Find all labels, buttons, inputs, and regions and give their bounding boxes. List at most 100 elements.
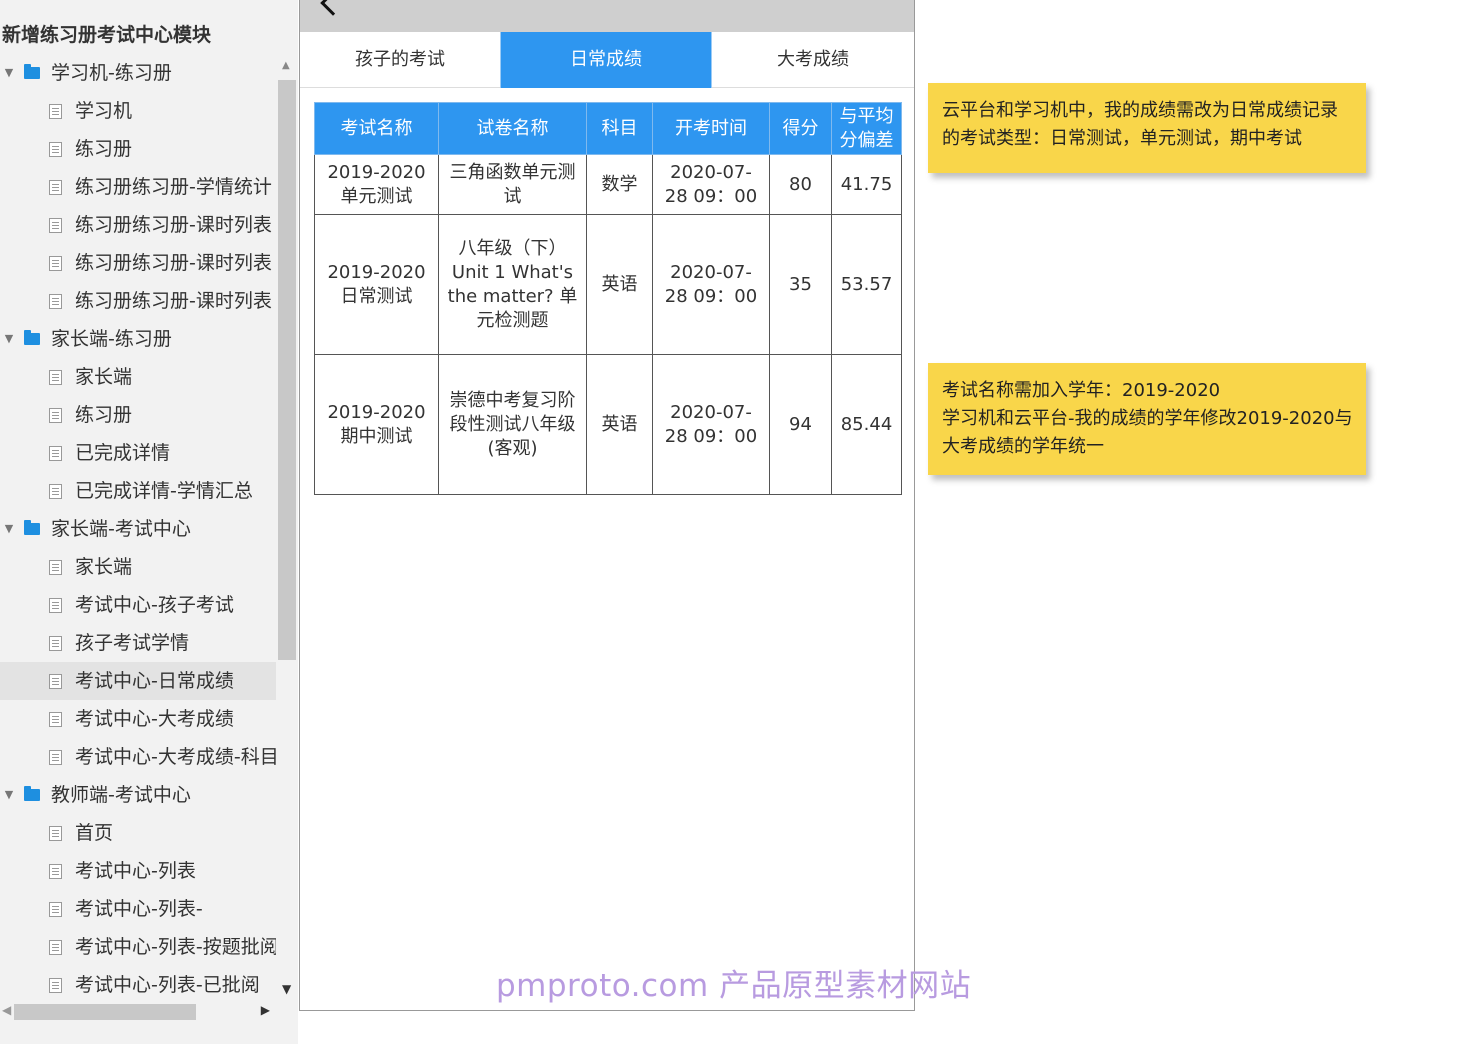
table-row[interactable]: 2019-2020日常测试 八年级（下）Unit 1 What's the ma…	[314, 214, 902, 355]
page-icon	[49, 294, 62, 309]
page-icon	[49, 598, 62, 613]
tree-page-label: 练习册练习册-学情统计	[75, 176, 272, 198]
grades-table: 考试名称 试卷名称 科目 开考时间 得分 与平均分偏差 2019-2020单元测…	[314, 102, 902, 495]
tree-folder[interactable]: ▼ 教师端-考试中心	[0, 776, 276, 814]
caret-down-icon[interactable]: ▼	[2, 54, 16, 92]
back-arrow-icon[interactable]	[320, 0, 346, 16]
tab-daily-grades[interactable]: 日常成绩	[500, 32, 712, 88]
table-header-row: 考试名称 试卷名称 科目 开考时间 得分 与平均分偏差	[314, 102, 902, 155]
horizontal-scroll-thumb[interactable]	[14, 1004, 196, 1020]
caret-down-icon[interactable]: ▼	[2, 776, 16, 814]
note-line: 的考试类型：日常测试，单元测试，期中考试	[942, 128, 1302, 149]
note-line: 大考成绩的学年统一	[942, 436, 1104, 457]
tree-folder-label: 教师端-考试中心	[51, 784, 191, 806]
tree-page[interactable]: 考试中心-日常成绩	[0, 662, 276, 700]
tree-page[interactable]: 练习册	[0, 396, 276, 434]
tree-page[interactable]: 考试中心-孩子考试	[0, 586, 276, 624]
tab-child-exams[interactable]: 孩子的考试	[300, 32, 500, 88]
tree-page-label: 考试中心-大考成绩	[75, 708, 234, 730]
folder-icon	[24, 786, 40, 801]
tree-page-label: 已完成详情	[75, 442, 171, 464]
tree-page-label: 考试中心-日常成绩	[75, 670, 234, 692]
page-icon	[49, 636, 62, 651]
tree-folder[interactable]: ▼ 家长端-考试中心	[0, 510, 276, 548]
cell-subject: 英语	[586, 214, 653, 355]
tree-page[interactable]: 考试中心-列表-按题批阅	[0, 928, 276, 966]
tree-page-label: 练习册	[75, 138, 133, 160]
tree-page-label: 学习机	[75, 100, 133, 122]
tree-page-label: 考试中心-列表-按题批阅	[75, 936, 276, 958]
cell-score: 80	[769, 154, 832, 215]
tree-page-label: 考试中心-列表	[75, 860, 196, 882]
tree-page[interactable]: 首页	[0, 814, 276, 852]
tree-page-label: 考试中心-列表-已批阅	[75, 974, 260, 996]
page-icon	[49, 180, 62, 195]
vertical-scroll-thumb[interactable]	[278, 80, 296, 660]
tree-page[interactable]: 考试中心-列表-已批阅	[0, 966, 276, 1004]
scroll-down-icon[interactable]: ▼	[282, 982, 291, 996]
folder-icon	[24, 520, 40, 535]
tree-page[interactable]: 考试中心-列表-	[0, 890, 276, 928]
tree-folder-label: 家长端-练习册	[51, 328, 172, 350]
tree-page[interactable]: 考试中心-大考成绩	[0, 700, 276, 738]
page-icon	[49, 142, 62, 157]
tree-page[interactable]: 家长端	[0, 358, 276, 396]
table-row[interactable]: 2019-2020单元测试 三角函数单元测试 数学 2020-07-28 09：…	[314, 154, 902, 215]
cell-start-time: 2020-07-28 09：00	[652, 354, 770, 495]
scroll-left-icon[interactable]: ◀	[2, 1003, 11, 1017]
tree-page-label: 练习册练习册-课时列表	[75, 214, 272, 236]
header-subject: 科目	[586, 102, 653, 155]
page-icon	[49, 826, 62, 841]
table-row[interactable]: 2019-2020期中测试 崇德中考复习阶段性测试八年级(客观) 英语 2020…	[314, 354, 902, 495]
vertical-scrollbar[interactable]: ▲ ▼	[276, 54, 298, 1002]
cell-score: 35	[769, 214, 832, 355]
tree-page-label: 考试中心-孩子考试	[75, 594, 234, 616]
page-icon	[49, 484, 62, 499]
page-icon	[49, 864, 62, 879]
tree-page-label: 练习册	[75, 404, 133, 426]
header-score: 得分	[769, 102, 832, 155]
tree-page-label: 已完成详情-学情汇总	[75, 480, 253, 502]
project-title: 新增练习册考试中心模块	[2, 24, 212, 46]
annotation-note-grades: 云平台和学习机中，我的成绩需改为日常成绩记录 的考试类型：日常测试，单元测试，期…	[928, 83, 1366, 173]
tree-page[interactable]: 练习册	[0, 130, 276, 168]
page-icon	[49, 674, 62, 689]
tree-page[interactable]: 考试中心-大考成绩-科目	[0, 738, 276, 776]
tree-page-label: 考试中心-列表-	[75, 898, 203, 920]
tree-folder[interactable]: ▼ 家长端-练习册	[0, 320, 276, 358]
horizontal-scrollbar[interactable]: ◀ ▶	[0, 1002, 276, 1022]
cell-deviation: 53.57	[831, 214, 902, 355]
tree-page[interactable]: 孩子考试学情	[0, 624, 276, 662]
note-line: 考试名称需加入学年：2019-2020	[942, 380, 1221, 401]
tree-page[interactable]: 练习册练习册-课时列表	[0, 282, 276, 320]
tree-page[interactable]: 家长端	[0, 548, 276, 586]
cell-subject: 数学	[586, 154, 653, 215]
tree-page[interactable]: 练习册练习册-课时列表	[0, 206, 276, 244]
nav-bar	[300, 0, 914, 32]
header-deviation: 与平均分偏差	[831, 102, 902, 155]
tree-folder[interactable]: ▼ 学习机-练习册	[0, 54, 276, 92]
caret-down-icon[interactable]: ▼	[2, 320, 16, 358]
cell-deviation: 85.44	[831, 354, 902, 495]
scroll-right-icon[interactable]: ▶	[261, 1003, 270, 1017]
scroll-up-icon[interactable]: ▲	[282, 60, 290, 71]
caret-down-icon[interactable]: ▼	[2, 510, 16, 548]
page-icon	[49, 256, 62, 271]
cell-paper-name: 崇德中考复习阶段性测试八年级(客观)	[438, 354, 587, 495]
page-icon	[49, 370, 62, 385]
note-line: 学习机和云平台-我的成绩的学年修改2019-2020与	[942, 408, 1353, 429]
cell-subject: 英语	[586, 354, 653, 495]
page-icon	[49, 446, 62, 461]
cell-paper-name: 八年级（下）Unit 1 What's the matter? 单元检测题	[438, 214, 587, 355]
tree-page[interactable]: 练习册练习册-学情统计	[0, 168, 276, 206]
tree-page[interactable]: 练习册练习册-课时列表	[0, 244, 276, 282]
tab-major-exam-grades[interactable]: 大考成绩	[712, 32, 914, 88]
tree-page[interactable]: 已完成详情-学情汇总	[0, 472, 276, 510]
tree-page[interactable]: 考试中心-列表	[0, 852, 276, 890]
tree-folder-label: 家长端-考试中心	[51, 518, 191, 540]
page-icon	[49, 218, 62, 233]
tree-page[interactable]: 已完成详情	[0, 434, 276, 472]
tree-page[interactable]: 学习机	[0, 92, 276, 130]
folder-icon	[24, 64, 40, 79]
tree-page-label: 家长端	[75, 556, 133, 578]
